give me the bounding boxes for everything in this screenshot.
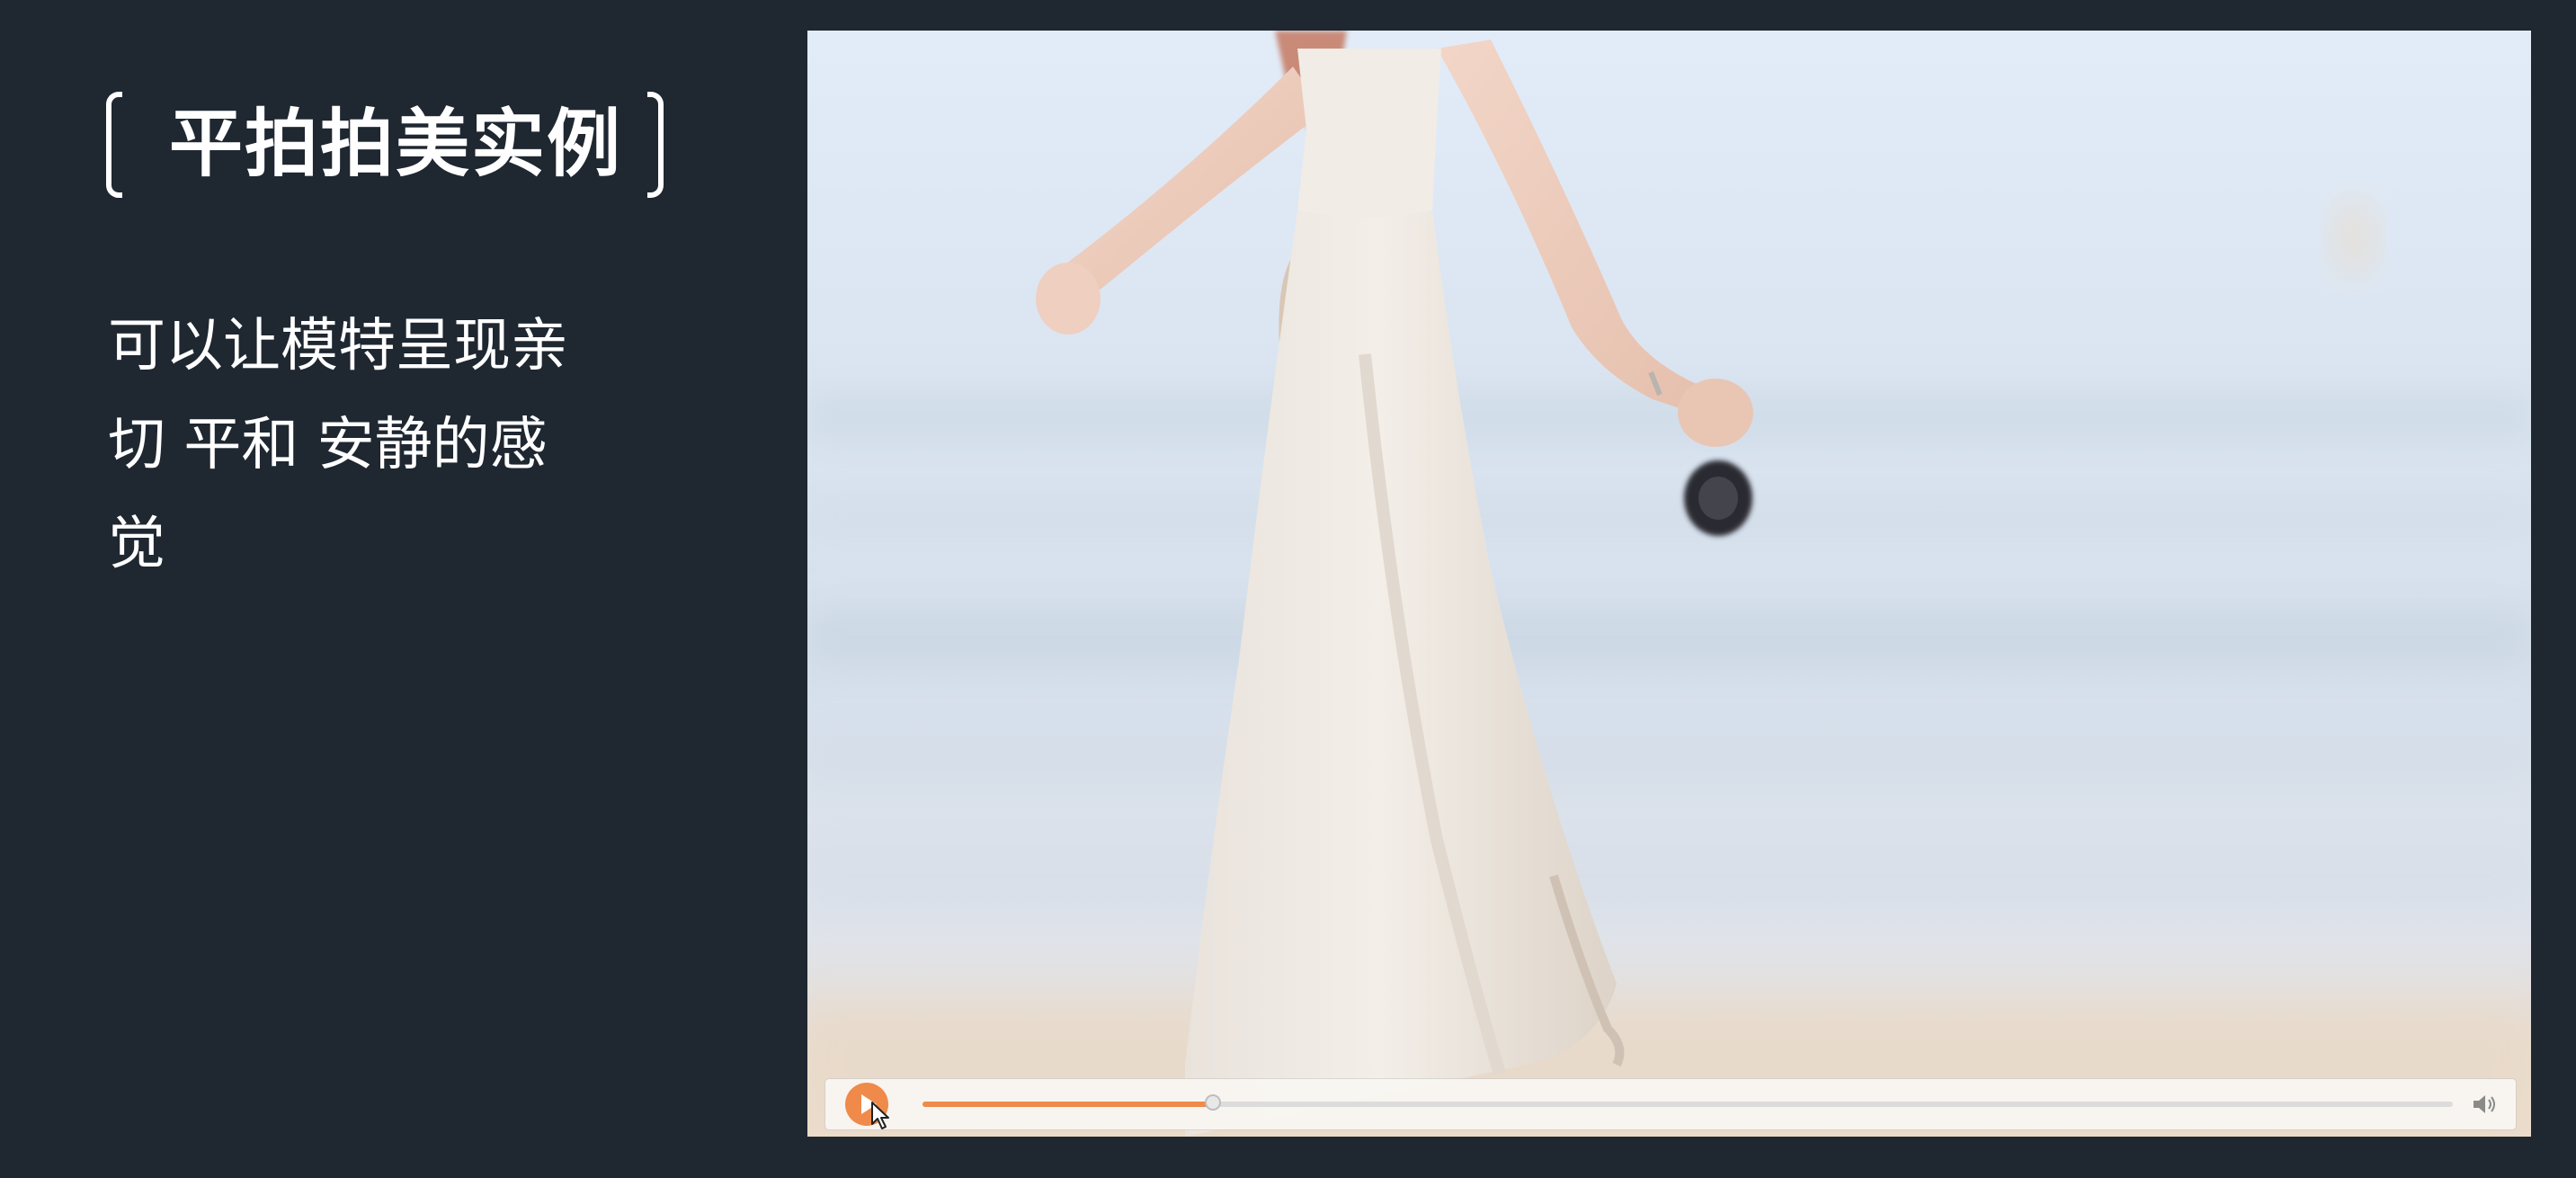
description-line: 可以让模特呈现亲: [108, 313, 568, 379]
slide-page: 平拍拍美实例 可以让模特呈现亲 切 平和 安静的感 觉: [0, 0, 2576, 1178]
volume-icon[interactable]: [2471, 1092, 2498, 1117]
slide-description: 可以让模特呈现亲 切 平和 安静的感 觉: [108, 297, 611, 593]
right-bracket-decoration: [647, 92, 664, 198]
slide-title: 平拍拍美实例: [169, 102, 623, 187]
progress-fill: [923, 1102, 1214, 1107]
video-frame-image: [807, 31, 2531, 1137]
slide-title-group: 平拍拍美实例: [106, 86, 664, 203]
mouse-cursor-icon: [871, 1102, 889, 1129]
description-line: 切 平和 安静的感: [108, 412, 548, 478]
progress-track[interactable]: [923, 1096, 2453, 1109]
video-control-bar: [825, 1079, 2516, 1129]
progress-handle[interactable]: [1207, 1096, 1220, 1109]
description-line: 觉: [108, 511, 165, 577]
left-bracket-decoration: [106, 92, 122, 198]
video-player[interactable]: [807, 31, 2531, 1137]
